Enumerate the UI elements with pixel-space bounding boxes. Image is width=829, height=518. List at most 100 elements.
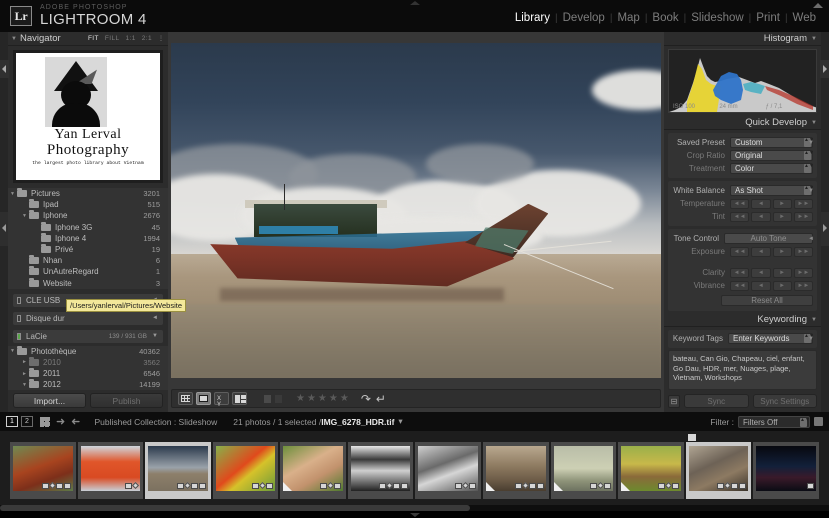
stepper-icon[interactable]: ▲▼ (804, 164, 814, 173)
badge-icon[interactable] (333, 483, 341, 489)
screen-1-button[interactable]: 1 (6, 416, 18, 427)
rotate-left-icon[interactable]: ↷ (361, 392, 371, 406)
badge-icon[interactable] (393, 483, 401, 489)
keywording-twisty-icon[interactable]: ▼ (811, 317, 817, 323)
folder-row[interactable]: Iphone 4 1994 (8, 232, 168, 244)
keyword-badge-icon[interactable] (521, 481, 529, 490)
exposure-decr-large[interactable]: ◄◄ (730, 246, 750, 257)
folder-row[interactable]: ▼ 2012 14199 (8, 379, 168, 390)
clarity-incr[interactable]: ► (772, 267, 792, 278)
badge-icon[interactable] (528, 483, 536, 489)
badge-icon[interactable] (190, 483, 198, 489)
volume-disque-dur[interactable]: Disque dur ◄ (13, 311, 163, 325)
folder-row[interactable]: Ipad 515 (8, 199, 168, 210)
folder-row[interactable]: ▼ Pictures 3201 (8, 188, 168, 199)
badge-icon[interactable] (514, 483, 522, 489)
badge-icon[interactable] (731, 483, 739, 489)
vibrance-decr[interactable]: ◄ (751, 280, 771, 291)
thumb-vietnam-flag[interactable] (77, 442, 144, 499)
main-photo[interactable] (171, 43, 661, 378)
keyword-badge-icon[interactable] (664, 481, 672, 490)
saved-preset-select[interactable]: Custom ▲▼ (730, 137, 814, 148)
badge-icon[interactable] (379, 483, 387, 489)
folder-row[interactable]: ► 2011 6546 (8, 368, 168, 379)
right-panel-collapse-arrow[interactable] (821, 212, 829, 246)
filter-lock-icon[interactable] (814, 417, 823, 426)
module-develop[interactable]: Develop (558, 12, 610, 24)
histogram-header[interactable]: Histogram ▼ (664, 32, 821, 46)
top-panel-toggle-triangle[interactable] (409, 1, 420, 5)
loupe-view-button[interactable] (196, 392, 211, 405)
exposure-incr[interactable]: ► (772, 246, 792, 257)
temp-decr[interactable]: ◄ (751, 198, 771, 209)
module-slideshow[interactable]: Slideshow (686, 12, 748, 24)
stepper-icon[interactable]: ▲▼ (800, 417, 810, 427)
keywording-header[interactable]: Keywording ▼ (664, 313, 821, 327)
navigator-preview[interactable]: Yan Lerval Photography the largest photo… (13, 50, 163, 183)
keyword-badge-icon[interactable] (132, 481, 140, 490)
crop-ratio-select[interactable]: Original ▲▼ (730, 150, 814, 161)
badge-icon[interactable] (590, 483, 598, 489)
tone-collapse-icon[interactable]: ◄ (808, 236, 814, 242)
grid-view-button[interactable] (178, 392, 193, 405)
keyword-badge-icon[interactable] (462, 481, 470, 490)
white-balance-select[interactable]: As Shot ▲▼ (730, 185, 814, 196)
badge-icon[interactable] (671, 483, 679, 489)
folder-row[interactable]: Iphone 3G 45 (8, 221, 168, 233)
left-panel-collapse-arrow[interactable] (0, 212, 8, 246)
badge-icon[interactable] (176, 483, 184, 489)
compare-view-button[interactable]: X Y (214, 392, 229, 408)
thumb-beach-figure[interactable] (550, 442, 617, 499)
tint-decr-large[interactable]: ◄◄ (730, 211, 750, 222)
thumb-child-red[interactable] (10, 442, 76, 499)
keyword-badge-icon[interactable] (597, 481, 605, 490)
rotate-right-icon[interactable]: ↵ (376, 392, 386, 406)
filmstrip-scrollbar-thumb[interactable] (0, 505, 470, 511)
keyword-badge-icon[interactable] (48, 481, 56, 490)
keyword-badge-icon[interactable] (183, 481, 191, 490)
vibrance-incr[interactable]: ► (772, 280, 792, 291)
sync-settings-button[interactable]: Sync Settings (752, 394, 817, 408)
badge-icon[interactable] (198, 483, 206, 489)
badge-icon[interactable] (55, 483, 63, 489)
thumb-bicycle[interactable] (483, 442, 549, 499)
folder-twisty-icon[interactable]: ▼ (8, 191, 17, 197)
badge-icon[interactable] (319, 483, 327, 489)
filter-select[interactable]: Filters Off ▲▼ (738, 415, 810, 428)
navigator-zoom-fit[interactable]: FIT (88, 35, 99, 42)
keyword-badge-icon[interactable] (326, 481, 334, 490)
identity-plate-triangle-icon[interactable] (813, 3, 823, 8)
filmstrip-collapse-triangle[interactable] (409, 513, 420, 517)
quick-develop-header[interactable]: Quick Develop ▼ (664, 116, 821, 130)
tint-incr[interactable]: ► (772, 211, 792, 222)
thumb-red-flower[interactable] (212, 442, 279, 499)
module-library[interactable]: Library (510, 12, 555, 24)
rating-stars[interactable]: ★★★★★ (296, 393, 351, 404)
collection-label[interactable]: Published Collection : Slideshow (94, 417, 217, 427)
exposure-decr[interactable]: ◄ (751, 246, 771, 257)
badge-icon[interactable] (401, 483, 409, 489)
quick-develop-twisty-icon[interactable]: ▼ (811, 120, 817, 126)
volume-lacie[interactable]: LaCie 139 / 931 GB ▼ (13, 329, 163, 343)
badge-icon[interactable] (63, 483, 71, 489)
current-filename[interactable]: IMG_6278_HDR.tif (321, 417, 394, 427)
keyword-expand-icon[interactable]: ▼ (808, 336, 814, 342)
filmstrip[interactable] (0, 431, 829, 510)
filmstrip-scrollbar[interactable] (0, 505, 829, 511)
vibrance-incr-large[interactable]: ►► (793, 280, 813, 291)
exposure-incr-large[interactable]: ►► (793, 246, 813, 257)
badge-icon[interactable] (469, 483, 477, 489)
module-print[interactable]: Print (751, 12, 785, 24)
sync-button[interactable]: Sync (684, 394, 749, 408)
volume-twisty-icon[interactable]: ◄ (152, 315, 158, 321)
folder-twisty-icon[interactable]: ► (20, 359, 29, 365)
histogram-graph[interactable]: ISO 100 24 mm ƒ / 7,1 (668, 49, 817, 113)
thumb-stones-bw[interactable] (415, 442, 482, 499)
tint-incr-large[interactable]: ►► (793, 211, 813, 222)
flag-pick-icon[interactable] (264, 394, 271, 403)
preset-expand-icon[interactable]: ▼ (808, 140, 814, 146)
publish-button[interactable]: Publish (90, 393, 163, 408)
tint-decr[interactable]: ◄ (751, 211, 771, 222)
temp-decr-large[interactable]: ◄◄ (730, 198, 750, 209)
go-forward-arrow-icon[interactable]: ➜ (71, 415, 80, 428)
